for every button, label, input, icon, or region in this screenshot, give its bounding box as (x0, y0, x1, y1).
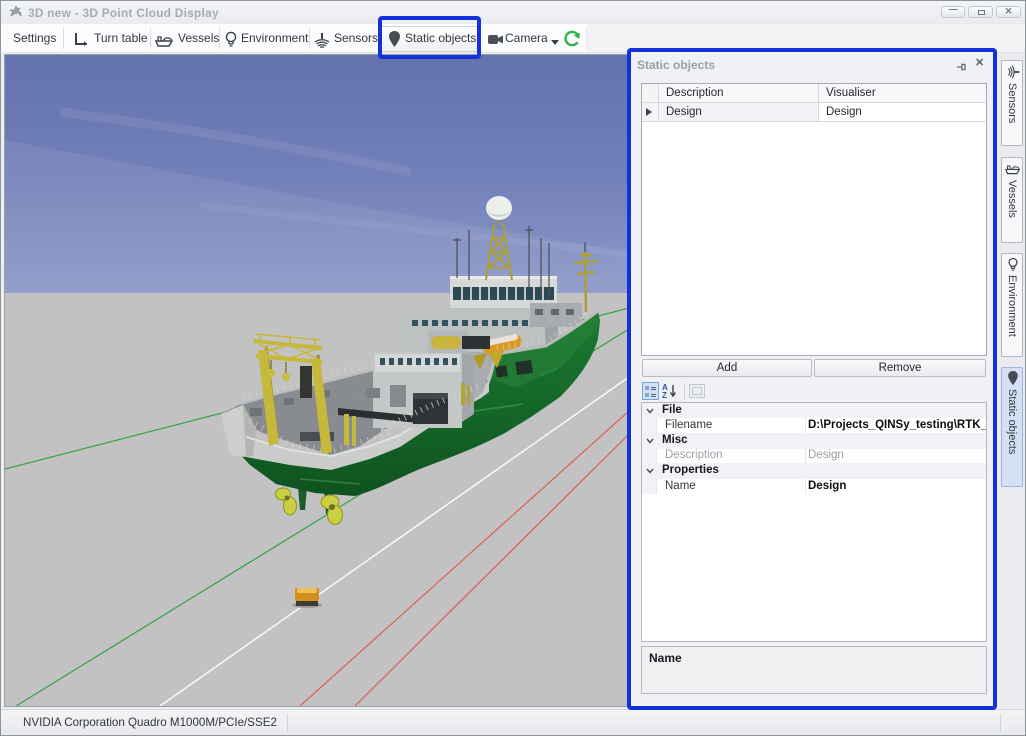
svg-text:Z: Z (662, 391, 667, 399)
